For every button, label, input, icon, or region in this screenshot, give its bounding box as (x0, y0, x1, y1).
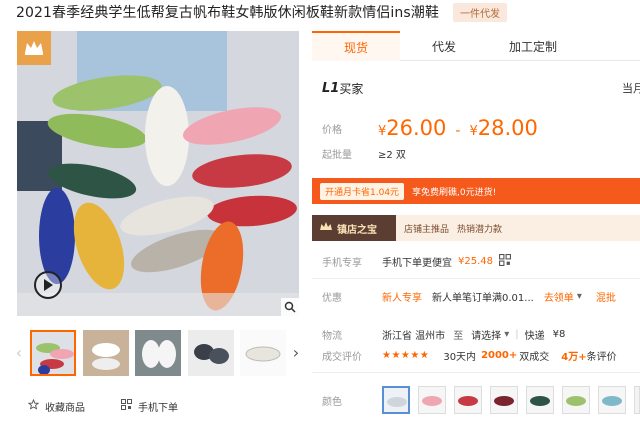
offers-row: 优惠 新人专享 新人单笔订单满0.01... 去领单 ▾ 混批 (322, 287, 640, 305)
color-swatch[interactable] (490, 386, 518, 414)
tab-custom[interactable]: 加工定制 (488, 31, 578, 61)
thumb-next-icon[interactable]: › (290, 344, 302, 362)
color-swatch[interactable] (526, 386, 554, 414)
product-title: 2021春季经典学生低帮复古帆布鞋女韩版休闲板鞋新款情侣ins潮鞋 (16, 5, 439, 21)
favorite-button[interactable]: 收藏商品 (27, 398, 85, 414)
product-page: 2021春季经典学生低帮复古帆布鞋女韩版休闲板鞋新款情侣ins潮鞋 一件代发 ‹… (0, 0, 640, 428)
bottom-actions: 收藏商品 手机下单 (27, 396, 178, 416)
sneakers-photo (17, 31, 299, 316)
offer-text: 新人单笔订单满0.01... (432, 292, 534, 304)
mobile-deal-row: 手机专享 手机下单更便宜 ¥25.48 (322, 252, 511, 270)
tab-dropship[interactable]: 代发 (400, 31, 488, 61)
deal-count-suffix: 双成交 (519, 351, 550, 363)
qr-code-icon (121, 399, 132, 413)
price-currency: ¥ (378, 124, 387, 139)
title-row: 2021春季经典学生低帮复古帆布鞋女韩版休闲板鞋新款情侣ins潮鞋 一件代发 (16, 0, 507, 24)
purchase-mode-tabs: 现货 代发 加工定制 (312, 31, 640, 61)
to-word: 至 (453, 330, 464, 342)
promo-chip: 开通月卡省1.04元 (320, 182, 405, 200)
qr-code-icon[interactable] (499, 253, 511, 269)
chevron-down-icon[interactable]: ▾ (577, 291, 582, 302)
price-dash: - (455, 123, 461, 139)
logistics-label: 物流 (322, 330, 342, 342)
thumbnail[interactable] (135, 330, 181, 376)
consign-badge[interactable]: 一件代发 (452, 2, 507, 22)
deal-count: 2000+ (481, 349, 518, 361)
reviews-label: 成交评价 (322, 351, 362, 363)
color-label-row: 颜色 (322, 391, 382, 409)
shop-treasure-bar: 镇店之宝 店铺主推品 热销潜力款 (312, 215, 640, 241)
crown-icon (17, 31, 51, 65)
thumbnail[interactable] (188, 330, 234, 376)
thumbnail[interactable] (30, 330, 76, 376)
seller-level: L1 (322, 80, 340, 96)
offers-label: 优惠 (322, 292, 342, 304)
color-swatch[interactable] (418, 386, 446, 414)
moq-value: ≥2 双 (378, 149, 406, 161)
mobile-deal-price: ¥25.48 (458, 255, 493, 267)
treasure-item[interactable]: 店铺主推品 (404, 222, 449, 235)
thumb-prev-icon[interactable]: ‹ (13, 344, 25, 362)
new-user-tag: 新人专享 (382, 292, 422, 304)
color-swatch[interactable] (454, 386, 482, 414)
mobile-order-label: 手机下单 (138, 402, 178, 414)
color-swatch[interactable] (598, 386, 626, 414)
main-product-image[interactable] (17, 31, 299, 316)
play-icon (44, 279, 53, 291)
price-range: ¥ 26.00 - ¥ 28.00 (378, 116, 538, 140)
shipping-fee: ¥8 (552, 328, 566, 340)
seller-row: L1 买家 当月 (322, 78, 640, 98)
treasure-item[interactable]: 热销潜力款 (457, 222, 502, 235)
review-period: 30天内 (443, 351, 477, 363)
star-icon (27, 398, 40, 413)
treasure-head: 镇店之宝 (312, 215, 396, 241)
express-label: 快递 (524, 330, 545, 342)
rating-stars: ★★★★★ (382, 349, 430, 361)
mixed-batch-link[interactable]: 混批 (596, 289, 616, 304)
thumbnail-strip: ‹ › (13, 330, 303, 376)
color-swatch[interactable] (562, 386, 590, 414)
color-swatch[interactable] (634, 386, 640, 414)
destination-select[interactable]: 请选择 (471, 327, 501, 342)
price-min: 26.00 (386, 116, 447, 140)
review-count-suffix: 条评价 (586, 351, 617, 363)
color-swatch[interactable] (382, 386, 410, 414)
price-row: 价格 ¥ 26.00 - ¥ 28.00 (322, 114, 538, 142)
price-currency: ¥ (469, 124, 478, 139)
tab-spot[interactable]: 现货 (312, 31, 400, 61)
promo-text: 享免费刷礁,0元进货! (412, 187, 497, 198)
monthly-card-promo[interactable]: 开通月卡省1.04元 享免费刷礁,0元进货! (312, 178, 640, 204)
color-label: 颜色 (322, 396, 342, 408)
mobile-deal-label: 手机专享 (322, 257, 362, 269)
chevron-down-icon[interactable]: ▾ (504, 329, 509, 340)
seller-right-text: 当月 (622, 82, 640, 95)
thumbnail[interactable] (83, 330, 129, 376)
mobile-deal-text: 手机下单更便宜 (382, 257, 452, 269)
mobile-order-button[interactable]: 手机下单 (121, 399, 178, 414)
play-video-button[interactable] (34, 271, 62, 299)
ship-from: 浙江省 温州市 (382, 330, 446, 342)
moq-row: 起批量 ≥2 双 (322, 145, 406, 161)
divider (312, 278, 640, 279)
favorite-label: 收藏商品 (45, 402, 85, 414)
crown-icon (320, 221, 332, 235)
price-label: 价格 (322, 124, 342, 136)
treasure-title: 镇店之宝 (337, 224, 377, 236)
logistics-row: 物流 浙江省 温州市 至 请选择 ▾ | 快递 ¥8 (322, 325, 565, 343)
separator: | (515, 328, 519, 340)
review-count[interactable]: 4万+ (561, 348, 586, 363)
price-max: 28.00 (477, 116, 538, 140)
moq-label: 起批量 (322, 149, 352, 161)
claim-coupon-link[interactable]: 去领单 (544, 289, 574, 304)
reviews-row: 成交评价 ★★★★★ 30天内 2000+ 双成交 4万+ 条评价 (322, 346, 617, 364)
zoom-icon[interactable] (281, 298, 299, 316)
thumbnail[interactable] (240, 330, 286, 376)
divider (312, 372, 640, 373)
seller-label: 买家 (339, 81, 364, 96)
